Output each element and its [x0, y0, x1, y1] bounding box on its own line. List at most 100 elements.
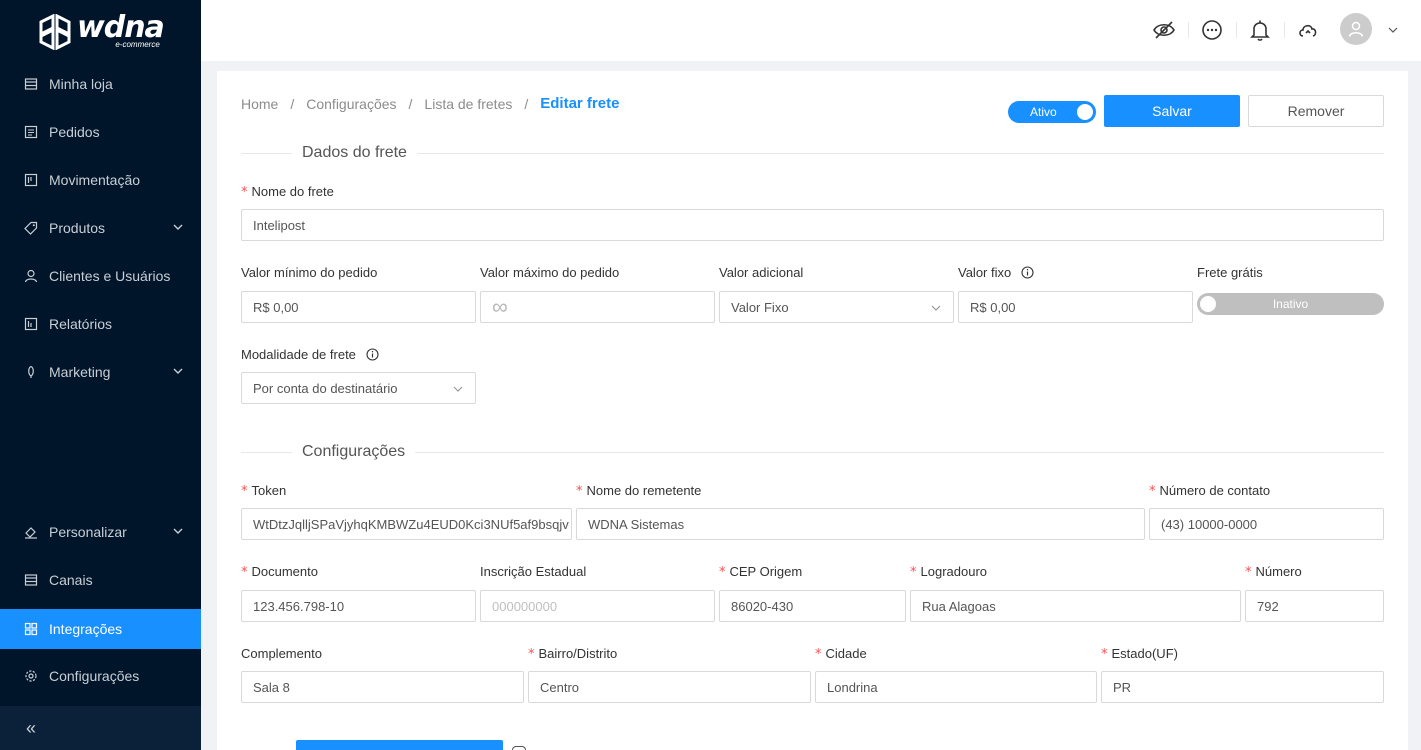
- sidebar-item-pedidos[interactable]: Pedidos: [0, 108, 201, 156]
- info-icon[interactable]: [365, 348, 379, 361]
- sidebar-item-configuracoes[interactable]: Configurações: [0, 652, 201, 700]
- number-input[interactable]: 792: [1245, 590, 1384, 622]
- avatar[interactable]: [1340, 13, 1372, 45]
- select-value: Por conta do destinatário: [253, 380, 398, 396]
- sidebar-item-label: Movimentação: [49, 172, 141, 188]
- breadcrumb: Home / Configurações / Lista de fretes /…: [241, 95, 619, 112]
- sidebar-item-integracoes[interactable]: Integrações: [0, 609, 201, 649]
- city-input[interactable]: Londrina: [815, 671, 1097, 703]
- sidebar-item-label: Integrações: [49, 621, 123, 637]
- sidebar-item-relatorios[interactable]: Relatórios: [0, 300, 201, 348]
- free-shipping-label: Frete grátis: [1197, 265, 1263, 280]
- edit-freight-card: Home / Configurações / Lista de fretes /…: [217, 71, 1408, 750]
- remove-button[interactable]: Remover: [1248, 95, 1384, 127]
- document-input[interactable]: 123.456.798-10: [241, 590, 476, 622]
- min-order-input[interactable]: R$ 0,00: [241, 291, 476, 323]
- state-label: * Estado(UF): [1101, 646, 1178, 662]
- info-icon[interactable]: [512, 746, 526, 750]
- state-registration-input[interactable]: 000000000: [480, 590, 715, 622]
- breadcrumb-configuracoes[interactable]: Configurações: [306, 96, 396, 112]
- city-label: * Cidade: [815, 646, 867, 662]
- toggle-knob: [1077, 104, 1093, 120]
- free-shipping-toggle[interactable]: Inativo: [1197, 293, 1384, 315]
- chevron-down-icon: [931, 305, 941, 311]
- sidebar-item-label: Canais: [49, 572, 93, 588]
- sidebar-item-movimentacao[interactable]: Movimentação: [0, 156, 201, 204]
- section-title-configuracoes: Configurações: [292, 443, 416, 460]
- sidebar-item-label: Configurações: [49, 668, 140, 684]
- breadcrumb-home[interactable]: Home: [241, 96, 278, 112]
- header-divider: [1236, 22, 1237, 38]
- paint-icon: [25, 527, 37, 539]
- double-chevron-left-icon: «: [26, 717, 37, 738]
- cloud-sync-icon[interactable]: [1296, 18, 1320, 42]
- marketing-icon: [28, 365, 34, 378]
- complement-input[interactable]: Sala 8: [241, 671, 524, 703]
- info-icon[interactable]: [1021, 266, 1034, 279]
- grid-icon: [24, 622, 38, 636]
- max-order-label: Valor máximo do pedido: [480, 265, 620, 280]
- district-input[interactable]: Centro: [528, 671, 811, 703]
- header-divider: [1188, 22, 1189, 38]
- select-value: Valor Fixo: [731, 299, 789, 315]
- user-avatar-icon: [1348, 21, 1364, 37]
- user-icon: [24, 269, 38, 283]
- chevron-down-icon: [173, 224, 183, 230]
- modality-label: Modalidade de frete: [241, 347, 379, 362]
- sidebar-item-produtos[interactable]: Produtos: [0, 204, 201, 252]
- number-label: * Número: [1245, 564, 1302, 580]
- contact-number-input[interactable]: (43) 10000-0000: [1149, 508, 1384, 540]
- contact-label: * Número de contato: [1149, 483, 1271, 499]
- sidebar-item-clientes[interactable]: Clientes e Usuários: [0, 252, 201, 300]
- store-icon: [24, 78, 38, 90]
- sidebar-item-label: Personalizar: [49, 524, 127, 540]
- breadcrumb-lista-fretes[interactable]: Lista de fretes: [424, 96, 512, 112]
- breadcrumb-separator: /: [524, 95, 529, 112]
- district-label: * Bairro/Distrito: [528, 646, 618, 662]
- cep-input[interactable]: 86020-430: [719, 590, 906, 622]
- chevron-down-icon: [173, 368, 183, 374]
- sidebar-item-minha-loja[interactable]: Minha loja: [0, 60, 201, 108]
- sidebar-item-label: Relatórios: [49, 316, 113, 332]
- modality-select[interactable]: Por conta do destinatário: [241, 372, 476, 404]
- toggle-label: Ativo: [1030, 105, 1057, 119]
- sender-name-input[interactable]: WDNA Sistemas: [576, 508, 1145, 540]
- toggle-label: Inativo: [1272, 297, 1309, 311]
- state-input[interactable]: PR: [1101, 671, 1384, 703]
- bell-icon[interactable]: [1248, 18, 1272, 42]
- section-title-dados-frete: Dados do frete: [292, 144, 417, 161]
- chat-icon[interactable]: [1200, 18, 1224, 42]
- chevron-down-icon: [173, 528, 183, 534]
- partial-action-button[interactable]: [296, 740, 503, 750]
- freight-name-input[interactable]: Intelipost: [241, 209, 1384, 241]
- sidebar-item-label: Minha loja: [49, 76, 113, 92]
- fixed-value-input[interactable]: R$ 0,00: [958, 291, 1193, 323]
- min-order-label: Valor mínimo do pedido: [241, 265, 378, 280]
- gear-icon: [25, 670, 37, 682]
- sidebar-item-personalizar[interactable]: Personalizar: [0, 508, 201, 556]
- sidebar-item-label: Produtos: [49, 220, 106, 236]
- active-status-toggle[interactable]: Ativo: [1008, 101, 1096, 123]
- breadcrumb-separator: /: [290, 95, 295, 112]
- fixed-value-label: Valor fixo: [958, 265, 1034, 280]
- logo[interactable]: wdna e-commerce: [0, 0, 201, 63]
- eye-off-icon[interactable]: [1152, 18, 1176, 42]
- street-input[interactable]: Rua Alagoas: [910, 590, 1241, 622]
- reports-icon: [24, 317, 38, 331]
- sidebar-item-marketing[interactable]: Marketing: [0, 348, 201, 396]
- token-label: * Token: [241, 483, 287, 499]
- additional-value-label: Valor adicional: [719, 265, 804, 280]
- brand-tagline: e-commerce: [115, 40, 160, 49]
- chevron-down-icon[interactable]: [1388, 25, 1398, 35]
- sidebar: wdna e-commerce Minha loja Pedidos Movim…: [0, 0, 201, 750]
- sender-label: * Nome do remetente: [576, 483, 702, 499]
- sidebar-item-canais[interactable]: Canais: [0, 556, 201, 604]
- additional-value-select[interactable]: Valor Fixo: [719, 291, 954, 323]
- save-button[interactable]: Salvar: [1104, 95, 1240, 127]
- max-order-input[interactable]: ∞: [480, 291, 715, 323]
- state-registration-label: Inscrição Estadual: [480, 564, 587, 579]
- complement-label: Complemento: [241, 646, 322, 661]
- token-input[interactable]: WtDtzJqlljSPaVjyhqKMBWZu4EUD0Kci3NUf5af9…: [241, 508, 572, 540]
- sidebar-collapse-button[interactable]: «: [0, 706, 201, 750]
- brand-name: wdna: [77, 10, 165, 45]
